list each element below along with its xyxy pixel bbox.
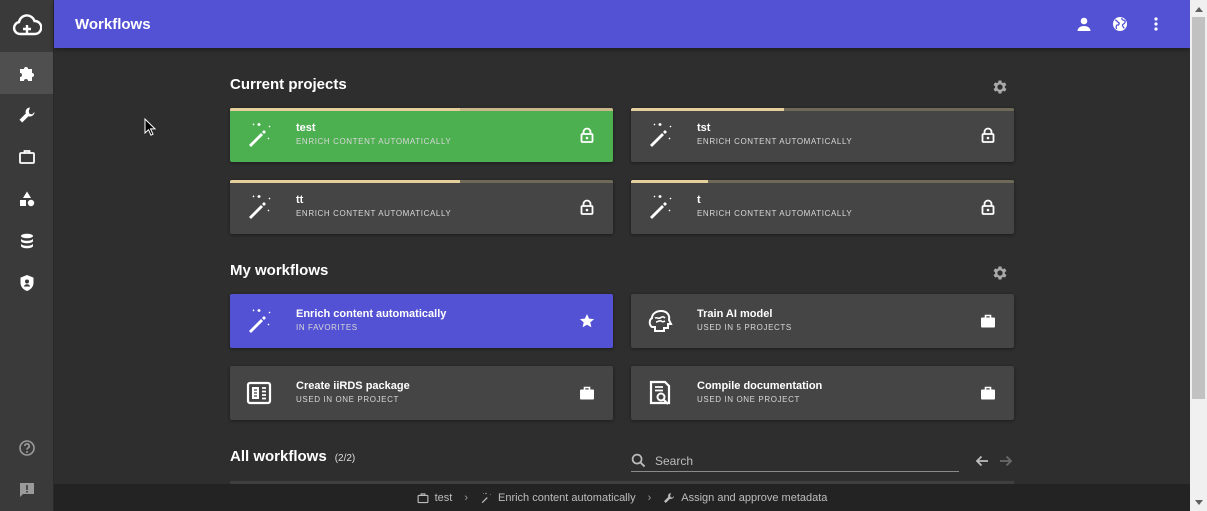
breadcrumb-item-project[interactable]: test [417,491,453,504]
workflow-status: Used in one project [296,395,399,404]
lock-icon[interactable] [561,199,613,215]
workflow-title: Compile documentation [697,380,823,392]
project-title: tst [697,122,711,134]
arrow-right-icon[interactable] [994,450,1018,472]
project-progress-bar [230,180,613,183]
vertical-scrollbar[interactable] [1190,0,1207,511]
left-rail [0,0,54,511]
cloud-upload-logo-icon[interactable] [0,0,53,52]
workflow-card-create-iirds-package[interactable]: Create iiRDS package Used in one project [230,366,613,420]
arrow-left-icon[interactable] [970,450,994,472]
account-icon[interactable] [1066,6,1102,42]
workflow-status: In favorites [296,323,358,332]
magic-wand-icon [633,121,687,149]
workflow-card-compile-documentation[interactable]: Compile documentation Used in one projec… [631,366,1014,420]
workflow-title: Enrich content automatically [296,308,447,320]
project-workflow: Enrich content automatically [296,209,452,218]
project-card-tt[interactable]: tt Enrich content automatically [230,180,613,234]
project-progress-fill [230,108,460,111]
puzzle-icon[interactable] [0,52,53,94]
project-progress-bar [631,108,1014,111]
main-content: Current projects test Enrich content aut… [54,48,1190,484]
shapes-icon[interactable] [0,178,53,220]
scrollbar-thumb[interactable] [1192,17,1205,399]
lock-icon[interactable] [962,127,1014,143]
lock-icon[interactable] [561,127,613,143]
all-workflows-heading: All workflows (2/2) [230,448,355,465]
briefcase-icon [417,492,429,503]
project-title: tt [296,194,304,206]
package-icon [232,379,286,407]
workflow-status: Used in 5 projects [697,323,792,332]
project-progress-fill [631,108,785,111]
my-workflows-heading: My workflows [230,262,329,279]
lock-icon[interactable] [962,199,1014,215]
project-title: test [296,122,316,134]
project-workflow: Enrich content automatically [296,137,452,146]
magic-wand-icon [633,193,687,221]
search-field[interactable] [631,450,959,472]
project-workflow: Enrich content automatically [697,209,853,218]
project-progress-fill [230,180,460,183]
chevron-right-icon: › [464,491,468,504]
top-bar: Workflows [54,0,1190,48]
magic-wand-icon [232,121,286,149]
breadcrumb-label: Enrich content automatically [498,491,636,504]
magic-wand-icon [232,193,286,221]
search-input[interactable] [655,453,955,468]
brain-icon [633,307,687,335]
magic-wand-icon [481,492,491,503]
document-search-icon [633,379,687,407]
project-progress-bar [631,180,1014,183]
briefcase-icon[interactable] [0,136,53,178]
current-projects-heading: Current projects [230,76,347,93]
more-vertical-icon[interactable] [1138,6,1174,42]
project-card-t[interactable]: t Enrich content automatically [631,180,1014,234]
workflow-title: Create iiRDS package [296,380,410,392]
search-icon [631,453,646,473]
scroll-down-arrow-icon[interactable] [1190,494,1207,511]
app-window: Workflows Current projects test ENRICH C… [0,0,1207,511]
breadcrumb-item-workflow[interactable]: Enrich content automatically [480,492,636,504]
help-icon[interactable] [0,427,54,469]
star-icon[interactable] [561,313,613,329]
breadcrumb: test › Enrich content automatically › As… [54,484,1190,511]
wrench-icon[interactable] [0,94,53,136]
my-workflows-settings-gear-icon[interactable] [991,264,1009,282]
database-icon[interactable] [0,220,53,262]
scroll-up-arrow-icon[interactable] [1190,0,1207,17]
shield-user-icon[interactable] [0,262,53,304]
current-projects-settings-gear-icon[interactable] [991,78,1009,96]
chevron-right-icon: › [647,491,652,504]
breadcrumb-item-task[interactable]: Assign and approve metadata [663,492,827,504]
project-workflow: Enrich content automatically [697,137,853,146]
breadcrumb-label: Assign and approve metadata [681,491,828,504]
project-progress-fill [631,180,708,183]
wrench-icon [664,492,675,503]
feedback-icon[interactable] [0,469,54,511]
project-title: t [697,194,701,206]
all-workflows-count: (2/2) [334,453,356,464]
magic-wand-icon [232,307,286,335]
briefcase-icon[interactable] [962,385,1014,401]
briefcase-icon[interactable] [561,385,613,401]
workflow-title: Train AI model [697,308,773,320]
workflow-card-train-ai-model[interactable]: Train AI model Used in 5 projects [631,294,1014,348]
workflow-card-enrich-content[interactable]: Enrich content automatically In favorite… [230,294,613,348]
workflow-status: Used in one project [697,395,800,404]
all-workflows-title: All workflows [230,448,327,465]
globe-icon[interactable] [1102,6,1138,42]
breadcrumb-label: test [434,491,453,504]
briefcase-icon[interactable] [962,313,1014,329]
project-progress-bar [230,108,613,111]
project-card-tst[interactable]: tst Enrich content automatically [631,108,1014,162]
page-title: Workflows [75,15,151,33]
project-card-test[interactable]: test Enrich content automatically [230,108,613,162]
mouse-pointer-icon [144,117,157,141]
